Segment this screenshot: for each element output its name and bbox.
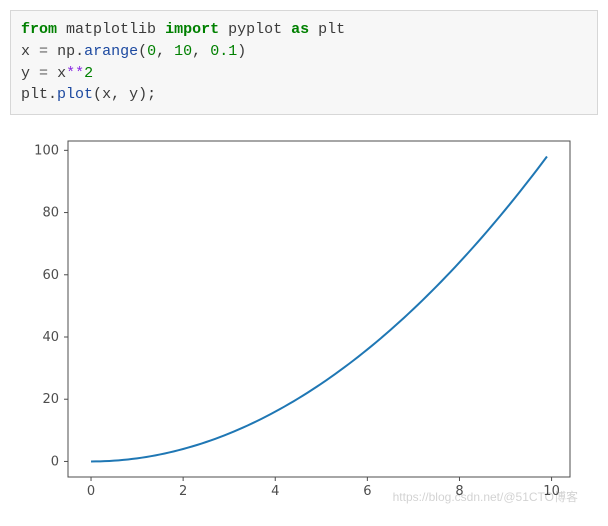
op-pow: ** — [66, 65, 84, 82]
plot-svg: 0 20 40 60 80 100 0 2 4 6 8 10 — [12, 129, 584, 507]
num-literal: 0.1 — [210, 43, 237, 60]
fn-arange: arange — [84, 43, 138, 60]
var-x: x — [57, 65, 66, 82]
op-assign: = — [39, 43, 48, 60]
module-pyplot: pyplot — [228, 21, 282, 38]
keyword-from: from — [21, 21, 57, 38]
code-cell: from matplotlib import pyplot as plt x =… — [10, 10, 598, 115]
op-assign: = — [39, 65, 48, 82]
arg-x: x — [102, 86, 111, 103]
series-line — [91, 157, 547, 462]
alias-plt: plt — [318, 21, 345, 38]
keyword-as: as — [291, 21, 309, 38]
ytick-label: 0 — [51, 454, 59, 469]
module-matplotlib: matplotlib — [66, 21, 156, 38]
var-y: y — [21, 65, 30, 82]
xtick-label: 8 — [455, 484, 463, 499]
ytick-label: 100 — [34, 143, 59, 158]
ytick-label: 20 — [42, 392, 59, 407]
xtick-label: 4 — [271, 484, 279, 499]
xtick-label: 10 — [543, 484, 560, 499]
num-literal: 10 — [174, 43, 192, 60]
plot-frame — [68, 141, 570, 477]
num-literal: 0 — [147, 43, 156, 60]
arg-y: y — [129, 86, 138, 103]
fn-plot: plot — [57, 86, 93, 103]
ytick-label: 40 — [42, 330, 59, 345]
plot-output: 0204060801000246810 https://blog.csdn.ne… — [12, 129, 584, 507]
var-x: x — [21, 43, 30, 60]
xtick-label: 6 — [363, 484, 371, 499]
xtick-label: 2 — [179, 484, 187, 499]
ytick-label: 80 — [42, 206, 59, 221]
ytick-label: 60 — [42, 268, 59, 283]
keyword-import: import — [165, 21, 219, 38]
num-literal: 2 — [84, 65, 93, 82]
module-plt: plt — [21, 86, 48, 103]
xtick-label: 0 — [87, 484, 95, 499]
module-np: np — [57, 43, 75, 60]
